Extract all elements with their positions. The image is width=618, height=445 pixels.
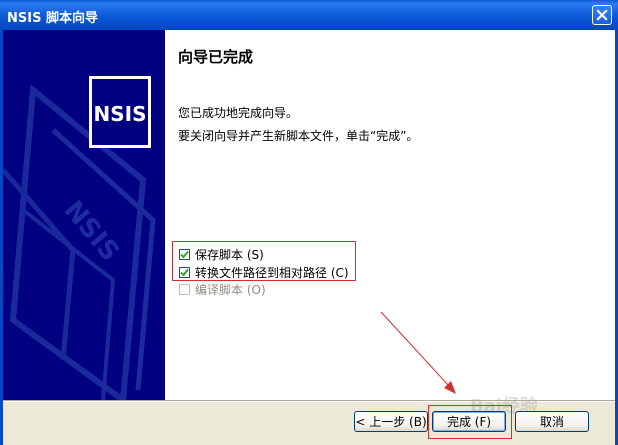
compile-script-checkbox[interactable] — [179, 283, 190, 295]
checkmark-icon — [180, 250, 189, 258]
wizard-sidebar-banner: NSIS NSIS — [3, 30, 165, 400]
title-bar[interactable]: NSIS 脚本向导 — [0, 0, 618, 30]
back-button[interactable]: < 上一步 (B) — [354, 411, 428, 432]
logo-text: NSIS — [94, 102, 147, 126]
completion-message: 您已成功地完成向导。 — [178, 106, 299, 120]
compile-script-checkbox-row[interactable]: 编译脚本 (O) — [179, 281, 266, 297]
close-icon — [596, 9, 608, 21]
save-script-checkbox[interactable] — [179, 248, 190, 260]
checkmark-icon — [180, 268, 189, 276]
window-title: NSIS 脚本向导 — [7, 11, 98, 26]
page-title: 向导已完成 — [178, 48, 254, 66]
convert-paths-label: 转换文件路径到相对路径 (C) — [195, 265, 349, 280]
convert-paths-checkbox-row[interactable]: 转换文件路径到相对路径 (C) — [179, 264, 349, 280]
content-panel: 向导已完成 您已成功地完成向导。 要关闭向导并产生新脚本文件，单击“完成”。 保… — [165, 30, 615, 400]
close-button[interactable] — [592, 5, 612, 25]
convert-paths-checkbox[interactable] — [179, 266, 190, 278]
compile-script-label: 编译脚本 (O) — [195, 282, 266, 297]
wizard-window: NSIS 脚本向导 NSIS NSIS 向导已完成 您已成功地完成向导。 要关闭… — [0, 0, 618, 445]
nsis-logo: NSIS — [89, 76, 151, 148]
annotation-highlight-finish — [428, 405, 512, 439]
cancel-button[interactable]: 取消 — [515, 411, 589, 432]
instruction-message: 要关闭向导并产生新脚本文件，单击“完成”。 — [178, 129, 419, 143]
save-script-checkbox-row[interactable]: 保存脚本 (S) — [179, 246, 264, 262]
save-script-label: 保存脚本 (S) — [195, 247, 264, 262]
